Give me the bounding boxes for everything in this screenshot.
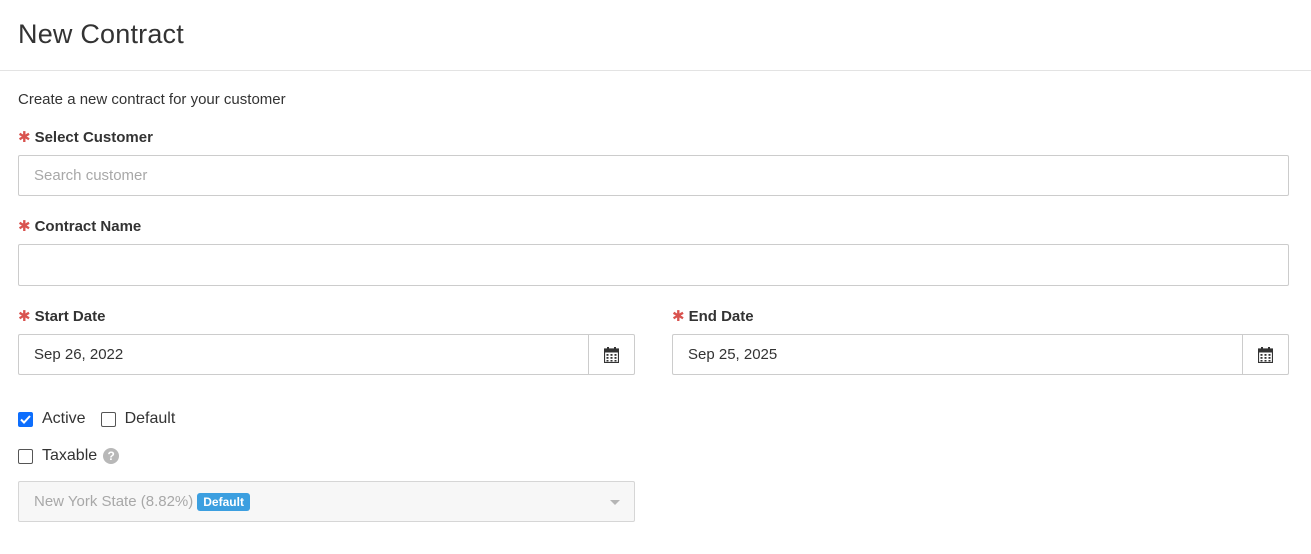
page-header: New Contract	[0, 0, 1311, 71]
taxable-row: Taxable ?	[18, 447, 120, 465]
calendar-icon	[1258, 346, 1273, 363]
calendar-icon	[604, 346, 619, 363]
end-date-label-text: End Date	[688, 307, 754, 325]
contract-name-label-text: Contract Name	[34, 217, 142, 235]
required-asterisk-icon: ✱	[18, 218, 31, 235]
tax-rate-select[interactable]: New York State (8.82%) Default	[18, 481, 635, 522]
customer-label: ✱ Select Customer	[18, 128, 153, 147]
default-label: Default	[124, 410, 176, 427]
required-asterisk-icon: ✱	[18, 308, 31, 325]
checkmark-icon	[20, 414, 31, 424]
contract-name-label: ✱ Contract Name	[18, 217, 142, 236]
taxable-label: Taxable	[42, 447, 98, 464]
customer-label-text: Select Customer	[34, 128, 153, 146]
end-date-calendar-button[interactable]	[1242, 334, 1289, 375]
start-date-group: Sep 26, 2022	[18, 334, 635, 375]
start-date-calendar-button[interactable]	[588, 334, 635, 375]
end-date-input[interactable]: Sep 25, 2025	[672, 334, 1242, 375]
default-badge: Default	[197, 492, 250, 511]
customer-search-input[interactable]: Search customer	[18, 155, 1289, 196]
page-title: New Contract	[18, 19, 184, 49]
end-date-group: Sep 25, 2025	[672, 334, 1289, 375]
question-circle-icon[interactable]: ?	[103, 448, 120, 464]
contract-name-input[interactable]	[18, 244, 1289, 286]
active-label: Active	[42, 410, 86, 427]
tax-rate-value: New York State (8.82%)	[34, 493, 194, 510]
page-subtitle: Create a new contract for your customer	[18, 91, 286, 108]
start-date-input[interactable]: Sep 26, 2022	[18, 334, 588, 375]
end-date-label: ✱ End Date	[672, 307, 754, 326]
taxable-checkbox[interactable]	[18, 448, 33, 464]
start-date-label-text: Start Date	[34, 307, 106, 325]
required-asterisk-icon: ✱	[18, 129, 31, 146]
required-asterisk-icon: ✱	[672, 308, 685, 325]
chevron-down-icon	[610, 500, 620, 505]
start-date-label: ✱ Start Date	[18, 307, 106, 326]
default-checkbox[interactable]	[100, 411, 116, 427]
status-checkboxes: Active Default	[18, 410, 190, 428]
active-checkbox[interactable]	[18, 411, 33, 427]
